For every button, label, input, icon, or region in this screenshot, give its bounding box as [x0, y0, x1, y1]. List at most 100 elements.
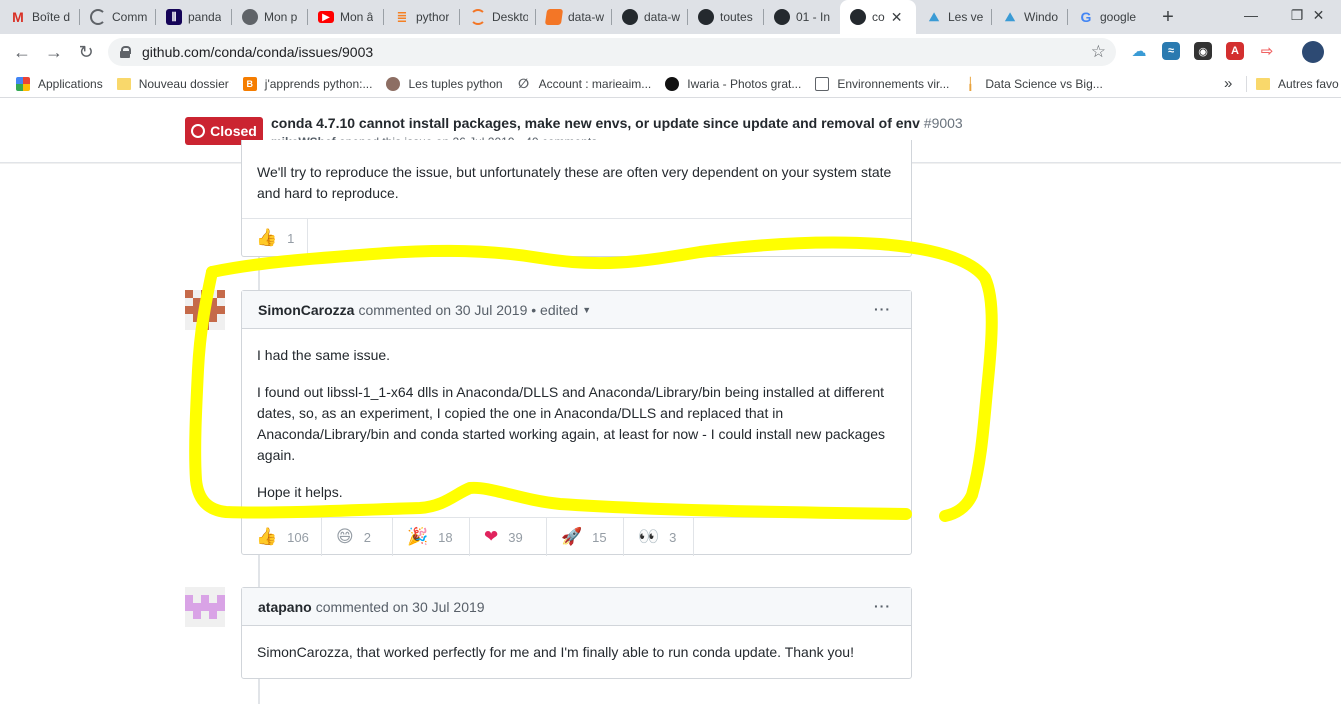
comment-paragraph: I found out libssl-1_1-x64 dlls in Anaco… [257, 384, 886, 463]
folder-icon [1256, 77, 1270, 90]
bookmark-applications[interactable]: Applications [16, 76, 103, 91]
edited-dropdown[interactable]: • edited [531, 302, 578, 318]
timeline-line [258, 679, 260, 704]
comment-body: We'll try to reproduce the issue, but un… [257, 164, 892, 201]
comment-body: I had the same issue. I found out libssl… [242, 329, 911, 517]
tab-desktop[interactable]: Deskto [460, 0, 536, 34]
cloud-extension-icon[interactable]: ☁ [1130, 42, 1148, 60]
tab-conda-issue[interactable]: co ✕ [840, 0, 916, 34]
reaction-thumbs-up[interactable]: 👍 106 [242, 518, 322, 556]
iwaria-icon [665, 76, 680, 91]
loading-icon [90, 9, 106, 25]
forward-icon[interactable]: → [38, 36, 70, 68]
avatar[interactable] [185, 290, 225, 330]
bookmark-nouveau-dossier[interactable]: Nouveau dossier [116, 77, 229, 91]
comment-body: SimonCarozza, that worked perfectly for … [257, 644, 854, 660]
globe-icon [242, 9, 258, 25]
comment-previous: We'll try to reproduce the issue, but un… [241, 140, 912, 257]
bookmark-other[interactable]: Autres favo [1256, 77, 1339, 91]
reaction-eyes[interactable]: 👀 3 [624, 518, 694, 556]
bookmark-iwaria[interactable]: Iwaria - Photos grat... [665, 76, 801, 91]
wave-extension-icon[interactable]: ≈ [1162, 42, 1180, 60]
avatar[interactable] [185, 587, 225, 627]
github-icon [622, 9, 638, 25]
reload-icon[interactable]: ↻ [70, 36, 102, 68]
new-tab-button[interactable]: + [1154, 3, 1182, 31]
bookmark-account[interactable]: ∅ Account : marieaim... [517, 76, 651, 91]
profile-avatar[interactable] [1302, 41, 1324, 63]
tab-youtube[interactable]: ▶ Mon â [308, 0, 384, 34]
more-options-icon[interactable]: ··· [874, 598, 891, 614]
thumbs-up-icon: 👍 [256, 228, 278, 247]
reactions-bar: 👍 1 [242, 218, 911, 257]
reaction-heart[interactable]: ❤ 39 [470, 518, 547, 556]
tab-google[interactable]: Ggoogle [1068, 0, 1144, 34]
more-bookmarks-icon[interactable]: » [1224, 75, 1232, 92]
close-tab-icon[interactable]: ✕ [891, 9, 903, 26]
minimize-icon[interactable]: — [1228, 0, 1274, 30]
document-icon [815, 76, 830, 91]
reactions-bar: 👍 106 😄 2 🎉 18 ❤ 39 🚀 15 👀 3 [242, 517, 911, 556]
bookmark-japprends-python[interactable]: Bj'apprends python:... [242, 76, 372, 91]
issue-closed-icon [191, 124, 206, 138]
pandas-icon: ⫼ [166, 9, 182, 25]
identicon-icon [185, 290, 225, 330]
tab-pandas[interactable]: ⫼ panda [156, 0, 232, 34]
lock-icon [120, 46, 131, 58]
conda-icon: ⛰ [928, 9, 940, 24]
bookmarks-divider [1246, 76, 1247, 92]
comment-date: commented on 30 Jul 2019 [315, 598, 485, 615]
pdf-extension-icon[interactable]: A [1226, 42, 1244, 60]
tab-mon-p[interactable]: Mon p [232, 0, 308, 34]
laugh-icon: 😄 [336, 527, 354, 546]
tab-01-in[interactable]: 01 - In [764, 0, 840, 34]
tab-data-w-github[interactable]: data-w [612, 0, 688, 34]
apps-grid-icon [16, 76, 30, 91]
owl-extension-icon[interactable]: ◉ [1194, 42, 1212, 60]
eyes-icon: 👀 [638, 527, 660, 546]
google-icon: G [1080, 9, 1092, 25]
heart-icon: ❤ [484, 527, 499, 546]
bookmark-tuples-python[interactable]: Les tuples python [386, 76, 503, 91]
avatar-icon [386, 76, 401, 91]
url-text: github.com/conda/conda/issues/9003 [142, 44, 374, 60]
comment-simoncarozza: SimonCarozza commented on 30 Jul 2019 • … [241, 290, 912, 556]
reaction-hooray[interactable]: 🎉 18 [393, 518, 470, 556]
tab-gmail[interactable]: M Boîte d [0, 0, 80, 34]
hooray-icon: 🎉 [407, 527, 429, 546]
comment-date: commented on 30 Jul 2019 [358, 301, 528, 318]
caret-down-icon[interactable]: ▼ [582, 305, 591, 315]
tab-strip: M Boîte d Comm ⫼ panda Mon p ▶ Mon â ≣ pytho… [0, 0, 1341, 34]
rocket-icon: 🚀 [561, 527, 583, 546]
folder-icon [116, 77, 131, 90]
youtube-icon: ▶ [318, 11, 334, 23]
reaction-laugh[interactable]: 😄 2 [322, 518, 393, 556]
tab-windo[interactable]: ⛰ Windo [992, 0, 1068, 34]
comment-paragraph: I had the same issue. [257, 347, 391, 363]
tab-comm[interactable]: Comm [80, 0, 156, 34]
bookmark-environnements[interactable]: Environnements vir... [815, 76, 949, 91]
timeline-line [258, 555, 260, 587]
reaction-rocket[interactable]: 🚀 15 [547, 518, 624, 556]
bookmark-star-icon[interactable]: ☆ [1091, 42, 1106, 62]
address-bar[interactable]: github.com/conda/conda/issues/9003 ☆ [108, 38, 1116, 66]
comment-author-link[interactable]: SimonCarozza [258, 302, 354, 318]
bookmark-data-science[interactable]: ╽ Data Science vs Big... [963, 77, 1103, 91]
github-icon [774, 9, 790, 25]
tab-les-ve[interactable]: ⛰ Les ve [916, 0, 992, 34]
close-window-icon[interactable]: ✕ [1296, 0, 1341, 30]
send-extension-icon[interactable]: ⇨ [1258, 42, 1276, 60]
comment-author-link[interactable]: atapano [258, 599, 312, 615]
comment-header: SimonCarozza commented on 30 Jul 2019 • … [242, 291, 911, 329]
gmail-icon: M [12, 9, 24, 25]
reaction-thumbs-up[interactable]: 👍 1 [242, 219, 308, 257]
identicon-icon [185, 587, 225, 627]
comment-atapano: atapano commented on 30 Jul 2019 ··· Sim… [241, 587, 912, 679]
tab-data-w-notebook[interactable]: data-w [536, 0, 612, 34]
blogger-icon: B [242, 76, 257, 91]
more-options-icon[interactable]: ··· [874, 301, 891, 317]
conda-icon: ⛰ [1004, 9, 1016, 24]
tab-toutes[interactable]: toutes [688, 0, 764, 34]
tab-stackoverflow[interactable]: ≣ pythor [384, 0, 460, 34]
back-icon[interactable]: ← [6, 36, 38, 68]
